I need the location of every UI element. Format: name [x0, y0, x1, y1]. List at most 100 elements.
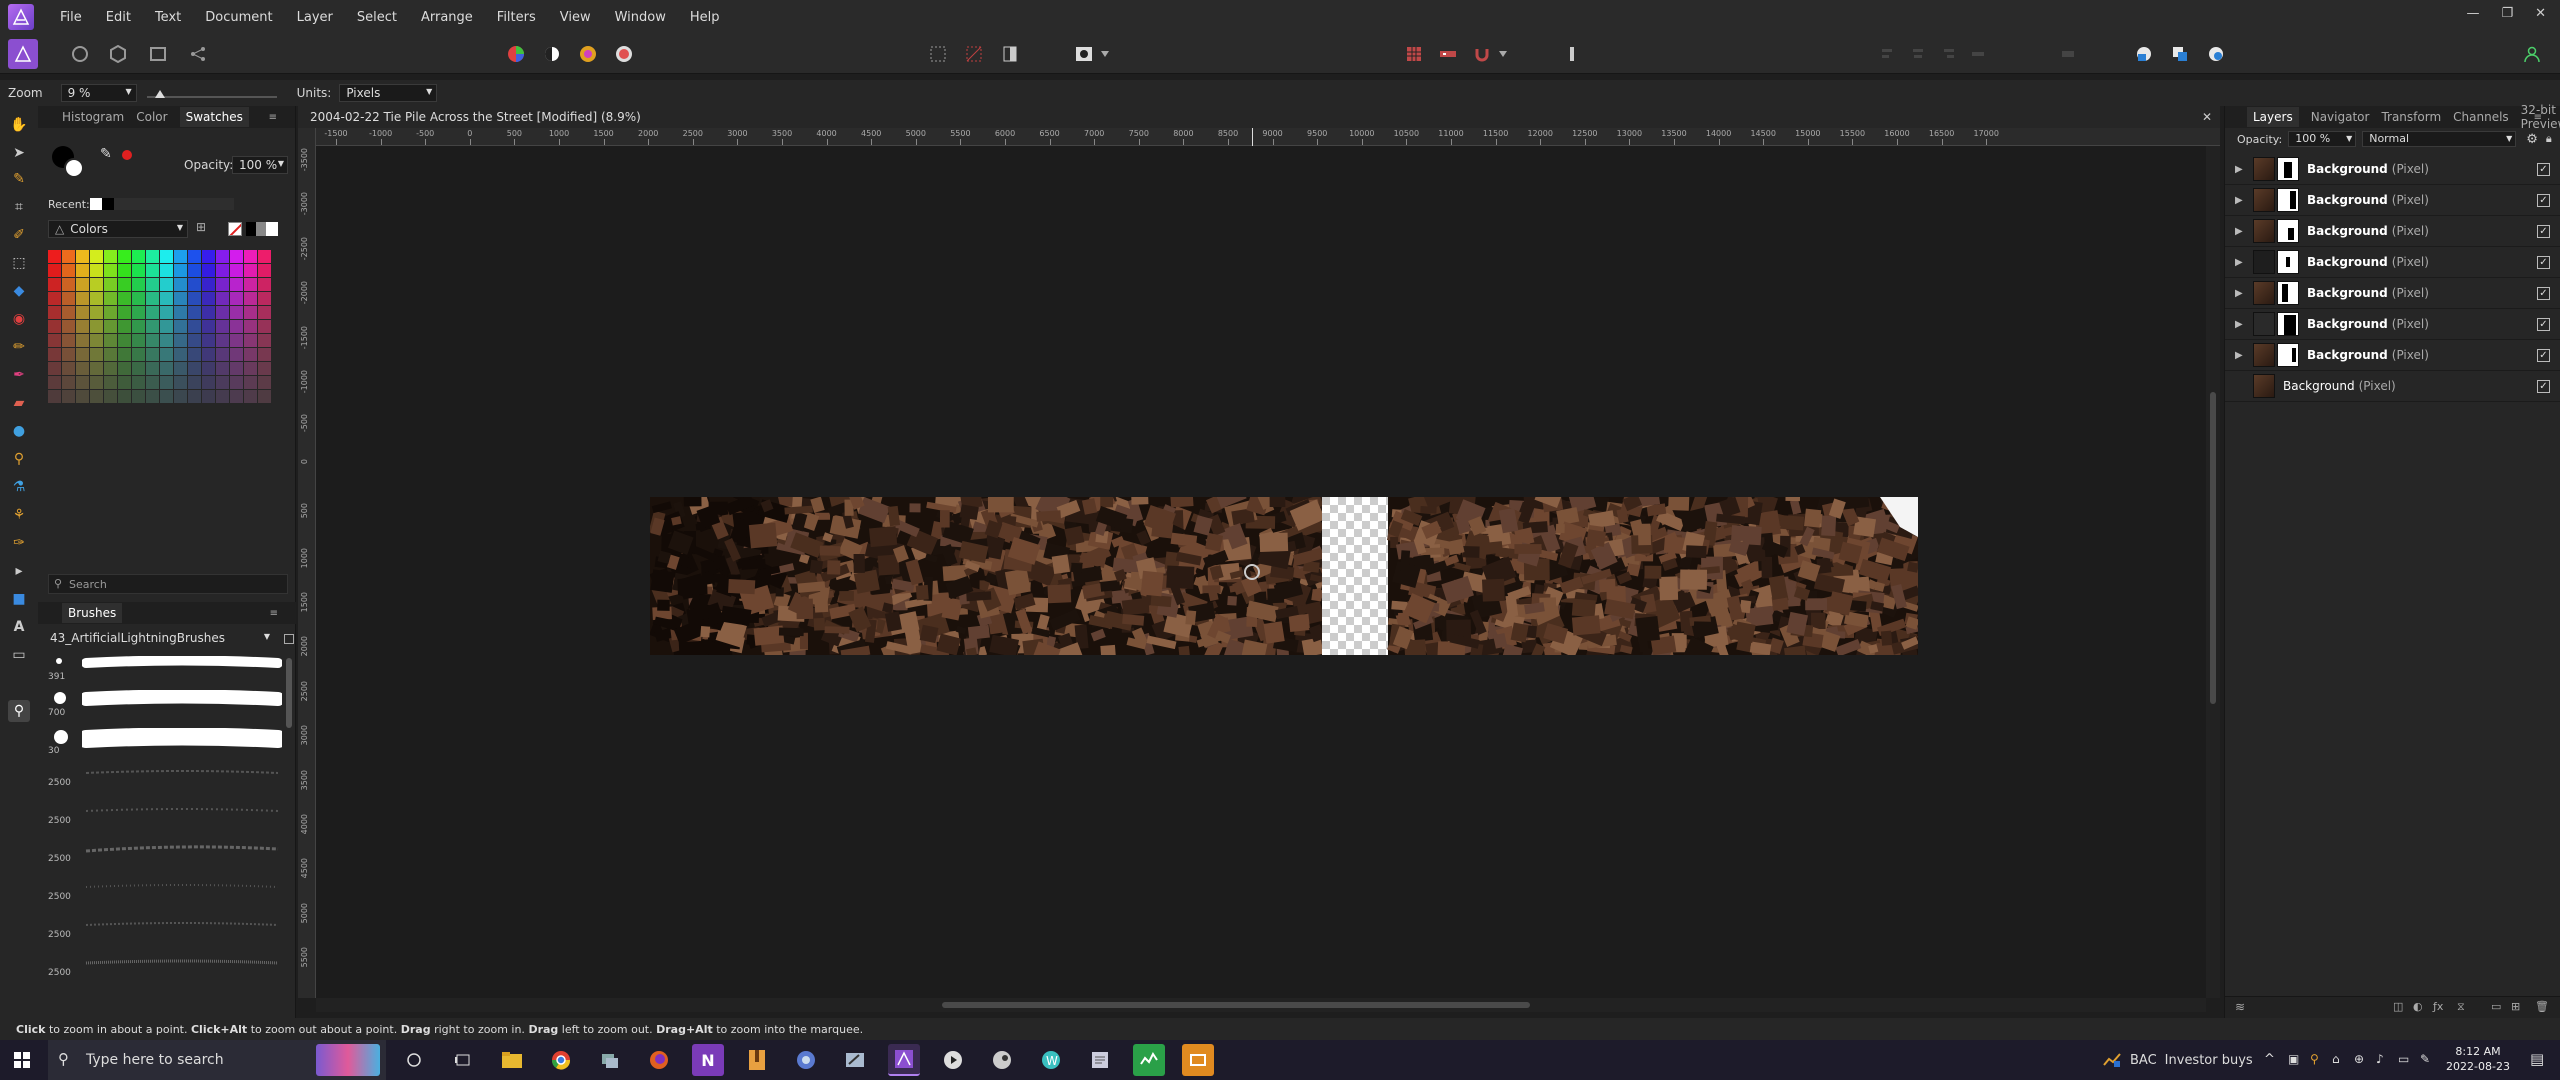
menu-view[interactable]: View	[560, 10, 591, 25]
color-swatch[interactable]	[146, 306, 159, 319]
color-swatch[interactable]	[202, 278, 215, 291]
color-swatch[interactable]	[48, 306, 61, 319]
color-swatch[interactable]	[202, 348, 215, 361]
color-swatch[interactable]	[104, 362, 117, 375]
swatch-search-field[interactable]: ⚲ Search	[48, 574, 288, 594]
color-swatch[interactable]	[258, 320, 271, 333]
color-swatch[interactable]	[118, 292, 131, 305]
color-swatch[interactable]	[104, 278, 117, 291]
expand-arrow-icon[interactable]: ▶	[2235, 257, 2245, 268]
color-swatch[interactable]	[132, 320, 145, 333]
color-swatch[interactable]	[48, 348, 61, 361]
palette-dropdown[interactable]: △ Colors ▼	[48, 220, 188, 238]
color-swatch[interactable]	[48, 320, 61, 333]
color-swatch[interactable]	[188, 334, 201, 347]
color-swatch[interactable]	[160, 278, 173, 291]
vertical-ruler[interactable]: -3500 -3000 -2500 -2000 -1500 -1000 -500 0 500 10…	[298, 128, 316, 998]
color-swatch[interactable]	[244, 390, 257, 403]
tab-channels[interactable]: Channels	[2453, 110, 2509, 124]
color-swatch[interactable]	[202, 376, 215, 389]
horizontal-ruler[interactable]: -1500 -1000 -500 0 500 1000 1500 2000 2500 3000 35…	[316, 128, 2220, 146]
color-swatch[interactable]	[244, 320, 257, 333]
menu-select[interactable]: Select	[357, 10, 397, 25]
bookmark-app-icon[interactable]	[741, 1044, 773, 1076]
color-swatch[interactable]	[132, 250, 145, 263]
close-icon[interactable]: ✕	[2535, 6, 2546, 21]
color-swatch[interactable]	[76, 390, 89, 403]
color-swatch[interactable]	[90, 348, 103, 361]
layer-row[interactable]: ▶Background(Pixel)✓	[2225, 154, 2560, 185]
menu-layer[interactable]: Layer	[297, 10, 333, 25]
dodge-tool-icon[interactable]: ●	[8, 420, 30, 442]
color-swatch[interactable]	[132, 334, 145, 347]
firefox-icon[interactable]	[643, 1044, 675, 1076]
color-swatch[interactable]	[62, 250, 75, 263]
color-swatch[interactable]	[90, 306, 103, 319]
trash-icon[interactable]: 🗑︎	[2535, 1000, 2549, 1013]
gradient-tool-icon[interactable]: ◉	[8, 308, 30, 330]
color-swatch[interactable]	[216, 306, 229, 319]
color-swatch[interactable]	[62, 278, 75, 291]
color-swatch[interactable]	[62, 334, 75, 347]
tone-mapping-persona-icon[interactable]	[146, 42, 170, 66]
align-left-icon[interactable]	[1876, 42, 1900, 66]
color-swatch[interactable]	[160, 320, 173, 333]
color-swatch[interactable]	[118, 306, 131, 319]
color-swatch[interactable]	[202, 264, 215, 277]
color-swatch[interactable]	[146, 278, 159, 291]
color-swatch[interactable]	[174, 334, 187, 347]
layer-visibility-checkbox[interactable]: ✓	[2537, 255, 2550, 269]
color-swatch[interactable]	[258, 306, 271, 319]
menu-help[interactable]: Help	[690, 10, 720, 25]
recent-swatch-white[interactable]	[90, 198, 102, 210]
windows-app-icon[interactable]	[594, 1044, 626, 1076]
layer-row[interactable]: ▶Background(Pixel)✓	[2225, 371, 2560, 402]
color-swatch[interactable]	[216, 334, 229, 347]
zoom-value-field[interactable]: 9 % ▼	[60, 84, 137, 102]
color-swatch[interactable]	[174, 264, 187, 277]
color-swatch[interactable]	[230, 320, 243, 333]
brush-item[interactable]: 2500	[46, 956, 286, 986]
vertical-scroll-thumb[interactable]	[2210, 392, 2216, 704]
color-swatch[interactable]	[76, 306, 89, 319]
snapping-grid-icon[interactable]	[1402, 42, 1426, 66]
color-swatch[interactable]	[118, 264, 131, 277]
color-swatch[interactable]	[188, 376, 201, 389]
windows-start-icon[interactable]	[14, 1052, 30, 1072]
secondary-color-swatch[interactable]	[64, 158, 84, 178]
clock[interactable]: 8:12 AM 2022-08-23	[2440, 1044, 2516, 1074]
export-persona-icon[interactable]	[186, 42, 210, 66]
clone-tool-icon[interactable]: ⚲	[8, 448, 30, 470]
close-document-icon[interactable]: ✕	[2202, 110, 2212, 124]
gray-swatch[interactable]	[256, 222, 266, 236]
expand-arrow-icon[interactable]: ▶	[2235, 350, 2245, 361]
color-swatch[interactable]	[216, 250, 229, 263]
color-swatch[interactable]	[258, 278, 271, 291]
opacity-field[interactable]: 100 % ▼	[232, 156, 288, 174]
stock-chart-app-icon[interactable]	[1133, 1044, 1165, 1076]
menu-edit[interactable]: Edit	[106, 10, 131, 25]
color-swatch[interactable]	[48, 278, 61, 291]
layer-visibility-checkbox[interactable]: ✓	[2537, 193, 2550, 207]
none-color-swatch[interactable]	[228, 222, 242, 236]
color-swatch[interactable]	[48, 390, 61, 403]
color-swatch[interactable]	[244, 362, 257, 375]
network-icon[interactable]: ⊕	[2354, 1052, 2364, 1066]
color-swatch[interactable]	[62, 292, 75, 305]
color-swatch[interactable]	[62, 320, 75, 333]
zoom-slider[interactable]	[146, 86, 277, 100]
color-swatch[interactable]	[146, 320, 159, 333]
minimize-icon[interactable]: —	[2466, 6, 2479, 21]
color-swatch[interactable]	[48, 264, 61, 277]
tray-lock-icon[interactable]: ⌂	[2332, 1052, 2340, 1066]
color-swatch[interactable]	[132, 292, 145, 305]
color-swatch[interactable]	[160, 376, 173, 389]
crop-tool-icon[interactable]: ⌗	[8, 196, 30, 218]
color-swatch[interactable]	[90, 376, 103, 389]
mask-layer-icon[interactable]: ◫	[2393, 1000, 2403, 1013]
color-swatch[interactable]	[230, 348, 243, 361]
layer-opacity-field[interactable]: 100 % ▼	[2288, 131, 2357, 147]
color-swatch[interactable]	[188, 264, 201, 277]
taskbar-search-box[interactable]: ⚲ Type here to search	[48, 1040, 386, 1080]
color-picker-tool-icon[interactable]: ✎	[8, 168, 30, 190]
